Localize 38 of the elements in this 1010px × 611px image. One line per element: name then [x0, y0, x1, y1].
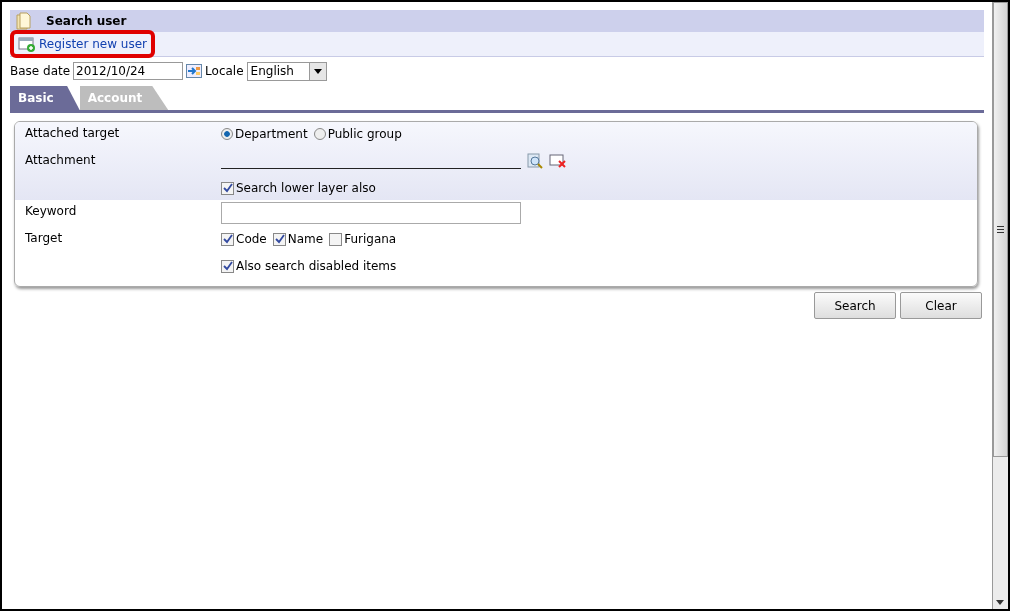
field-label: Keyword: [24, 203, 78, 218]
page-title: Search user: [46, 14, 127, 28]
locale-label: Locale: [205, 64, 244, 78]
tab[interactable]: Basic: [10, 86, 80, 110]
calendar-icon[interactable]: [186, 64, 203, 78]
field-label: Target: [24, 230, 64, 245]
base-date-field[interactable]: 2012/10/24: [73, 62, 184, 80]
base-date-label: Base date: [10, 64, 71, 78]
checkbox-option[interactable]: Furigana: [329, 232, 397, 246]
window-add-icon: [18, 36, 36, 52]
checkbox[interactable]: [221, 181, 234, 195]
field-label: Attachment: [24, 152, 97, 167]
radio-button[interactable]: [221, 128, 233, 140]
checkbox[interactable]: [221, 232, 234, 246]
action-button[interactable]: Search: [814, 292, 896, 319]
checkbox[interactable]: [272, 232, 286, 246]
radio-button[interactable]: [313, 128, 326, 140]
field-label: Attached target: [24, 125, 121, 140]
checkbox-option[interactable]: Code: [221, 232, 267, 246]
register-user-link[interactable]: Register new user: [10, 30, 155, 58]
locale-dropdown[interactable]: English: [246, 61, 327, 81]
checkbox-option[interactable]: Search lower layer also: [221, 181, 376, 195]
search-icon[interactable]: [527, 153, 543, 169]
checkbox-option[interactable]: Name: [272, 232, 324, 246]
scroll-down-icon[interactable]: [996, 600, 1004, 605]
action-button[interactable]: Clear: [900, 292, 982, 319]
radio-option[interactable]: Public group: [313, 127, 402, 141]
radio-option[interactable]: Department: [221, 127, 308, 141]
caret-icon: [313, 68, 322, 74]
scrollbar[interactable]: [992, 2, 1008, 609]
scroll-thumb[interactable]: [993, 2, 1008, 457]
checkbox[interactable]: [329, 232, 343, 246]
grip-icon: [997, 226, 1004, 233]
checkbox-option[interactable]: Also search disabled items: [221, 259, 397, 273]
checkbox[interactable]: [221, 259, 234, 273]
clear-icon[interactable]: [549, 154, 567, 168]
folder-icon: [16, 12, 32, 30]
keyword-field[interactable]: [221, 202, 521, 224]
